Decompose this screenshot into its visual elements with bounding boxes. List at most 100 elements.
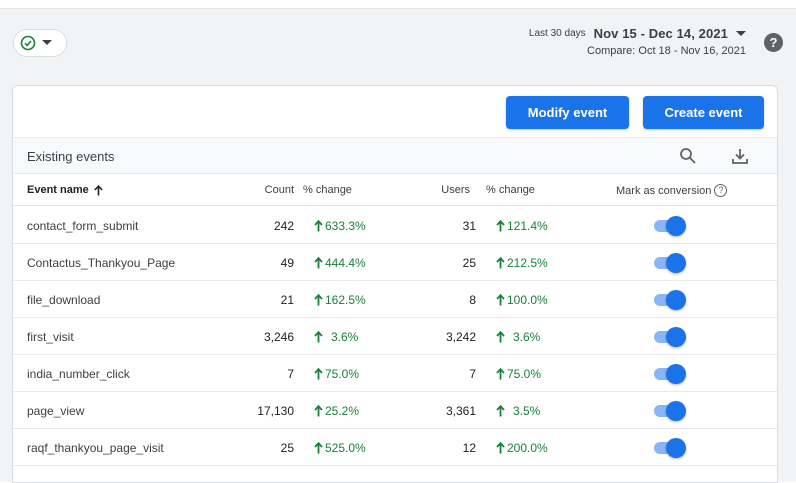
table-row: india_number_click 7 75.0% 7 75.0% [13, 355, 777, 392]
arrow-up-icon [496, 442, 505, 454]
column-mark-as-conversion: Mark as conversion ? [616, 184, 728, 197]
event-users: 31 [462, 219, 476, 233]
column-event-name-label: Event name [27, 184, 89, 196]
range-value[interactable]: Nov 15 - Dec 14, 2021 [594, 26, 728, 41]
count-change-value: 633.3% [325, 219, 366, 233]
arrow-up-icon [314, 220, 323, 232]
users-change-value: 121.4% [507, 219, 548, 233]
arrow-up-icon [496, 294, 505, 306]
column-count[interactable]: Count [265, 184, 294, 196]
event-count: 3,246 [263, 330, 294, 344]
conversion-toggle[interactable] [654, 438, 686, 458]
users-change: 75.0% [496, 367, 541, 381]
toggle-knob [666, 290, 686, 310]
toggle-knob [666, 401, 686, 421]
conversion-toggle[interactable] [654, 401, 686, 421]
arrow-up-icon [314, 257, 323, 269]
arrow-up-icon [314, 442, 323, 454]
events-card: Modify event Create event Existing event… [12, 85, 778, 483]
arrow-up-icon [496, 368, 505, 380]
toggle-knob [666, 364, 686, 384]
event-users: 7 [469, 367, 476, 381]
users-change-value: 3.6% [513, 330, 541, 344]
event-name: file_download [27, 293, 101, 307]
count-change: 444.4% [314, 256, 366, 270]
conversion-toggle[interactable] [654, 327, 686, 347]
modify-event-button[interactable]: Modify event [506, 96, 629, 129]
column-count-change[interactable]: % change [303, 184, 352, 196]
sort-arrow-up-icon[interactable] [93, 184, 103, 196]
table-header: Event name Count % change Users % change… [13, 174, 777, 206]
column-conversion-label: Mark as conversion [616, 184, 712, 197]
table-body: contact_form_submit 242 633.3% 31 121.4%… [13, 207, 777, 466]
users-change-value: 212.5% [507, 256, 548, 270]
table-row: contact_form_submit 242 633.3% 31 121.4% [13, 207, 777, 244]
toggle-knob [666, 253, 686, 273]
event-users: 12 [462, 441, 476, 455]
table-row: page_view 17,130 25.2% 3,361 3.5% [13, 392, 777, 429]
event-count: 25 [280, 441, 294, 455]
event-name: page_view [27, 404, 85, 418]
event-name: raqf_thankyou_page_visit [27, 441, 164, 455]
help-icon[interactable]: ? [764, 33, 783, 52]
table-row: first_visit 3,246 3.6% 3,242 3.6% [13, 318, 777, 355]
create-event-button[interactable]: Create event [643, 96, 764, 129]
event-users: 3,242 [445, 330, 476, 344]
table-row: file_download 21 162.5% 8 100.0% [13, 281, 777, 318]
column-users-change[interactable]: % change [486, 184, 535, 196]
chevron-down-icon [42, 40, 52, 45]
count-change-value: 75.0% [325, 367, 360, 381]
count-change-value: 525.0% [325, 441, 366, 455]
event-count: 21 [280, 293, 294, 307]
users-change: 3.6% [496, 330, 540, 344]
event-count: 7 [287, 367, 294, 381]
users-change: 212.5% [496, 256, 548, 270]
count-change: 3.6% [314, 330, 358, 344]
compare-range: Compare: Oct 18 - Nov 16, 2021 [587, 45, 746, 57]
check-circle-icon [20, 35, 36, 51]
conversion-toggle[interactable] [654, 216, 686, 236]
event-count: 242 [273, 219, 294, 233]
event-name: Contactus_Thankyou_Page [27, 256, 176, 270]
arrow-up-icon [496, 220, 505, 232]
conversion-toggle[interactable] [654, 364, 686, 384]
count-change-value: 3.6% [331, 330, 359, 344]
toggle-knob [666, 438, 686, 458]
count-change: 525.0% [314, 441, 366, 455]
event-count: 17,130 [257, 404, 294, 418]
column-users[interactable]: Users [441, 184, 470, 196]
event-name: india_number_click [27, 367, 130, 381]
users-change: 3.5% [496, 404, 540, 418]
count-change: 25.2% [314, 404, 359, 418]
conversion-toggle[interactable] [654, 253, 686, 273]
page-background: Last 30 days Nov 15 - Dec 14, 2021 Compa… [0, 8, 796, 483]
date-range-picker[interactable]: Last 30 days Nov 15 - Dec 14, 2021 Compa… [529, 26, 746, 57]
column-event-name[interactable]: Event name [27, 184, 103, 196]
arrow-up-icon [314, 294, 323, 306]
toggle-knob [666, 216, 686, 236]
status-dropdown[interactable] [13, 29, 67, 57]
users-change: 200.0% [496, 441, 548, 455]
search-icon[interactable] [679, 147, 697, 165]
event-users: 25 [462, 256, 476, 270]
count-change-value: 25.2% [325, 404, 360, 418]
users-change: 121.4% [496, 219, 548, 233]
download-icon[interactable] [730, 146, 750, 166]
event-users: 3,361 [445, 404, 476, 418]
table-row: raqf_thankyou_page_visit 25 525.0% 12 20… [13, 429, 777, 466]
arrow-up-icon [314, 331, 323, 343]
arrow-up-icon [496, 257, 505, 269]
users-change: 100.0% [496, 293, 548, 307]
conversion-toggle[interactable] [654, 290, 686, 310]
users-change-value: 200.0% [507, 441, 548, 455]
users-change-value: 3.5% [513, 404, 541, 418]
event-name: first_visit [27, 330, 74, 344]
arrow-up-icon [314, 405, 323, 417]
help-circle-icon[interactable]: ? [714, 184, 728, 197]
event-name: contact_form_submit [27, 219, 139, 233]
chevron-down-icon[interactable] [736, 30, 746, 37]
count-change: 162.5% [314, 293, 366, 307]
event-users: 8 [469, 293, 476, 307]
users-change-value: 100.0% [507, 293, 548, 307]
range-label: Last 30 days [528, 28, 586, 39]
